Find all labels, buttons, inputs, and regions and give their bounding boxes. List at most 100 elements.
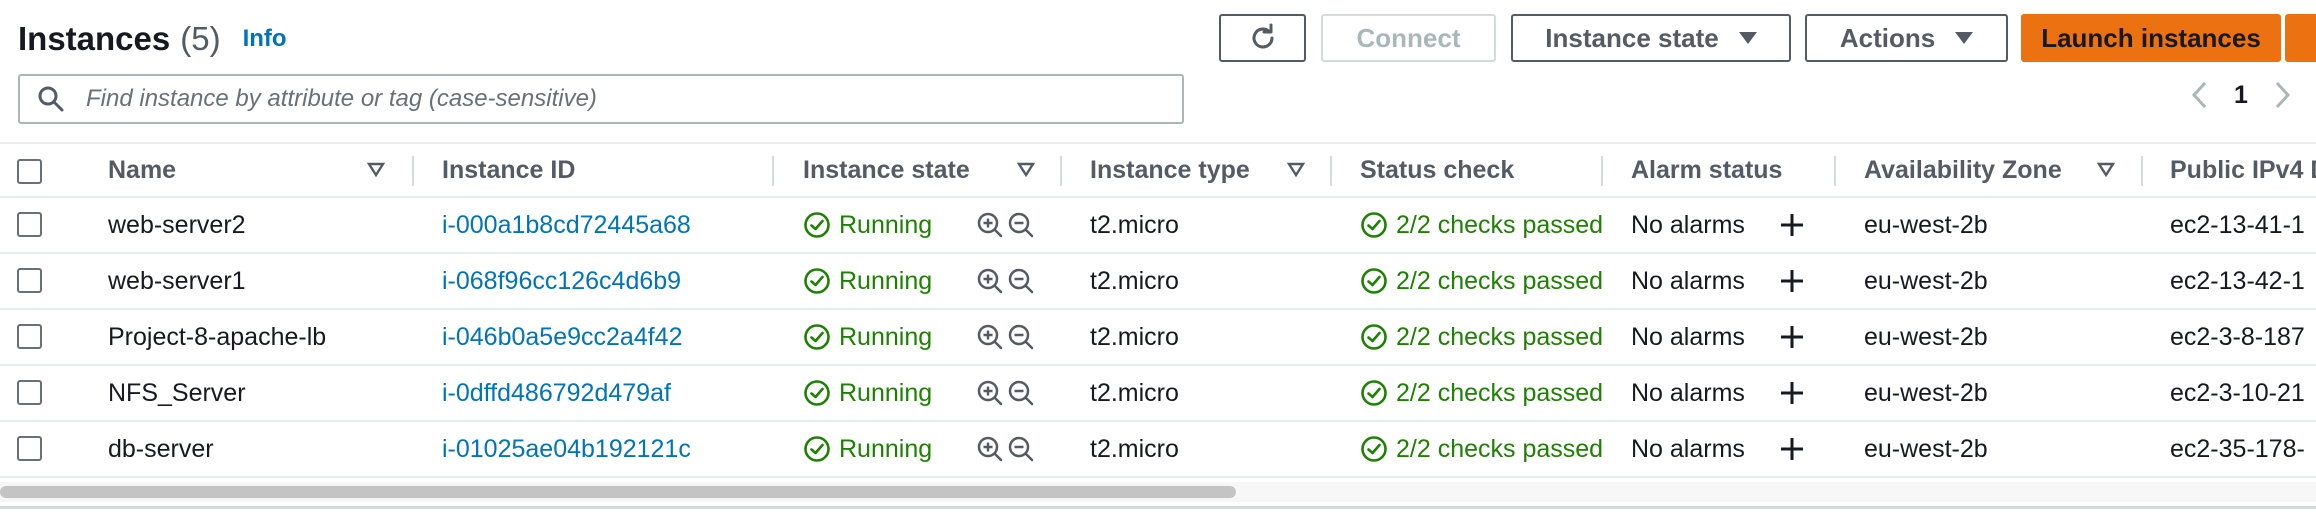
instance-state-text: Running [839,378,933,407]
table-row[interactable]: Project-8-apache-lb i-046b0a5e9cc2a4f42 Ru… [0,310,2316,366]
launch-instances-button[interactable]: Launch instances [2021,14,2281,62]
table-row[interactable]: NFS_Server i-0dffd486792d479af Running t2.m… [0,366,2316,422]
column-header-instance-type[interactable]: Instance type [1090,144,1250,196]
public-ipv4-dns: ec2-3-10-21 [2170,378,2305,407]
add-alarm-button[interactable] [1778,198,1806,252]
zoom-in-icon[interactable] [976,323,1004,351]
state-zoom-controls [976,254,1035,308]
instance-type: t2.micro [1090,322,1179,351]
column-separator[interactable] [1060,156,1062,186]
zoom-in-icon[interactable] [976,211,1004,239]
table-row[interactable]: web-server2 i-000a1b8cd72445a68 Running t2.… [0,198,2316,254]
instance-id-link[interactable]: i-068f96cc126c4d6b9 [442,254,681,308]
check-circle-icon [1361,324,1387,350]
row-checkbox[interactable] [17,268,42,293]
column-header-public-ipv4[interactable]: Public IPv4 DNS [2170,144,2316,196]
instance-id-link[interactable]: i-046b0a5e9cc2a4f42 [442,310,682,364]
availability-zone: eu-west-2b [1864,266,1988,295]
column-header-name[interactable]: Name [108,144,176,196]
check-circle-icon [804,212,830,238]
add-alarm-button[interactable] [1778,254,1806,308]
public-ipv4-dns: ec2-35-178- [2170,434,2305,463]
zoom-out-icon[interactable] [1007,379,1035,407]
instance-state-text: Running [839,434,933,463]
sort-triangle-icon[interactable] [2097,162,2115,178]
instance-id-link[interactable]: i-0dffd486792d479af [442,366,671,420]
check-circle-icon [804,268,830,294]
current-page[interactable]: 1 [2234,81,2248,110]
chevron-left-icon[interactable] [2188,78,2212,112]
availability-zone: eu-west-2b [1864,378,1988,407]
scrollbar-thumb[interactable] [0,486,1236,498]
page-header: Instances (5) Info [18,14,287,64]
plus-icon[interactable] [1778,323,1806,351]
column-header-instance-id[interactable]: Instance ID [442,144,575,196]
status-check-cell: 2/2 checks passed [1360,254,1603,308]
column-separator[interactable] [1330,156,1332,186]
column-header-instance-state[interactable]: Instance state [803,144,970,196]
add-alarm-button[interactable] [1778,422,1806,476]
instance-type: t2.micro [1090,210,1179,239]
zoom-out-icon[interactable] [1007,267,1035,295]
instance-type: t2.micro [1090,266,1179,295]
alarm-status: No alarms [1631,266,1745,295]
column-separator[interactable] [1601,156,1603,186]
instance-state-dropdown[interactable]: Instance state [1511,14,1791,62]
zoom-in-icon[interactable] [976,435,1004,463]
row-checkbox[interactable] [17,436,42,461]
instance-state-label: Instance state [1545,22,1719,53]
plus-icon[interactable] [1778,267,1806,295]
actions-dropdown[interactable]: Actions [1805,14,2008,62]
instance-name: web-server1 [108,266,246,295]
row-checkbox[interactable] [17,212,42,237]
check-circle-icon [804,436,830,462]
select-all-checkbox[interactable] [17,159,42,184]
refresh-button[interactable] [1219,14,1306,62]
status-check-text: 2/2 checks passed [1396,210,1604,239]
row-checkbox[interactable] [17,380,42,405]
info-link[interactable]: Info [243,25,287,53]
public-ipv4-dns: ec2-13-42-1 [2170,266,2305,295]
add-alarm-button[interactable] [1778,310,1806,364]
column-separator[interactable] [1834,156,1836,186]
column-separator[interactable] [2141,156,2143,186]
instance-state-text: Running [839,322,933,351]
pagination: 1 [2188,78,2294,112]
instance-state-cell: Running [803,310,932,364]
table-row[interactable]: web-server1 i-068f96cc126c4d6b9 Running t2.… [0,254,2316,310]
table-row[interactable]: db-server i-01025ae04b192121c Running t2.mi… [0,422,2316,478]
add-alarm-button[interactable] [1778,366,1806,420]
column-header-status-check[interactable]: Status check [1360,144,1514,196]
instance-state-cell: Running [803,198,932,252]
row-checkbox[interactable] [17,324,42,349]
column-header-alarm-status[interactable]: Alarm status [1631,144,1782,196]
zoom-out-icon[interactable] [1007,211,1035,239]
connect-button[interactable]: Connect [1321,14,1496,62]
instance-id-link[interactable]: i-000a1b8cd72445a68 [442,198,691,252]
search-icon [38,86,64,112]
chevron-right-icon[interactable] [2270,78,2294,112]
plus-icon[interactable] [1778,435,1806,463]
status-check-text: 2/2 checks passed [1396,434,1604,463]
plus-icon[interactable] [1778,211,1806,239]
table-bottom-border [0,506,2316,509]
zoom-in-icon[interactable] [976,379,1004,407]
sort-triangle-icon[interactable] [367,162,385,178]
sort-triangle-icon[interactable] [1287,162,1305,178]
zoom-out-icon[interactable] [1007,435,1035,463]
check-circle-icon [804,380,830,406]
alarm-status: No alarms [1631,378,1745,407]
search-input[interactable] [84,84,1182,114]
column-header-availability-zone[interactable]: Availability Zone [1864,144,2062,196]
column-separator[interactable] [772,156,774,186]
plus-icon[interactable] [1778,379,1806,407]
instance-id-link[interactable]: i-01025ae04b192121c [442,422,691,476]
launch-instances-split-button[interactable] [2285,14,2316,62]
zoom-in-icon[interactable] [976,267,1004,295]
instance-type: t2.micro [1090,434,1179,463]
zoom-out-icon[interactable] [1007,323,1035,351]
column-separator[interactable] [412,156,414,186]
search-box [18,74,1184,124]
sort-triangle-icon[interactable] [1017,162,1035,178]
status-check-text: 2/2 checks passed [1396,266,1604,295]
